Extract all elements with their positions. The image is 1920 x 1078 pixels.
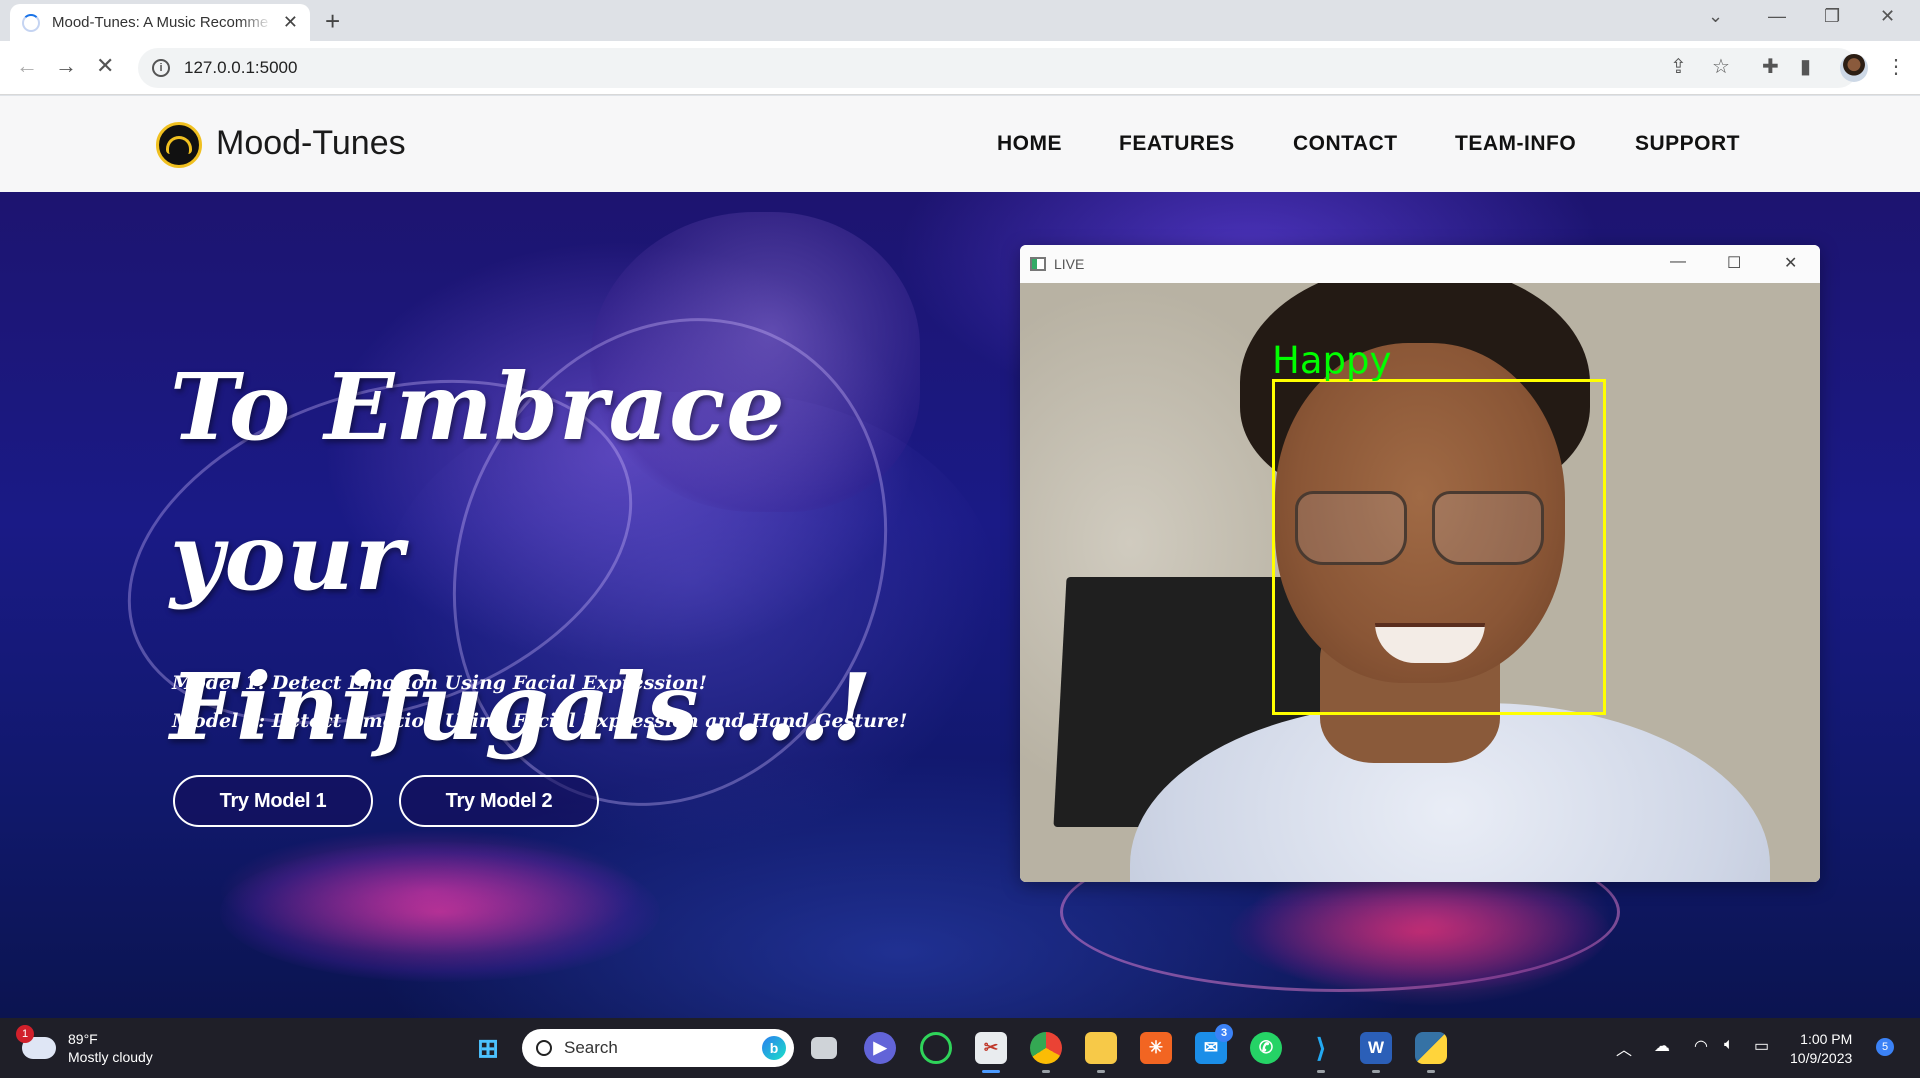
battery-icon[interactable]: ▭ xyxy=(1754,1036,1769,1056)
minimize-button[interactable]: — xyxy=(1768,6,1786,27)
brand-name[interactable]: Mood-Tunes xyxy=(216,124,406,163)
live-minimize-button[interactable]: — xyxy=(1670,253,1686,271)
show-hidden-icons-chevron-icon[interactable]: ︿ xyxy=(1616,1036,1632,1060)
model-descriptions: Model 1: Detect Emotion Using Facial Exp… xyxy=(172,664,907,740)
clock-time: 1:00 PM xyxy=(1800,1031,1853,1047)
whatsapp-icon[interactable]: ✆ xyxy=(1250,1032,1282,1064)
system-clock[interactable]: 1:00 PM 10/9/2023 xyxy=(1790,1030,1852,1068)
turntable-decoration xyxy=(220,842,660,982)
teams-chat-icon[interactable]: ▶ xyxy=(864,1032,896,1064)
extensions-puzzle-icon[interactable]: ✚ xyxy=(1762,54,1779,79)
site-header: Mood-Tunes HOME FEATURES CONTACT TEAM-IN… xyxy=(0,96,1920,192)
volume-icon[interactable]: 🔈︎ xyxy=(1724,1036,1734,1054)
live-maximize-button[interactable]: ☐ xyxy=(1727,253,1741,273)
loading-spinner-icon xyxy=(22,13,40,32)
wifi-icon[interactable]: ◠ xyxy=(1694,1036,1708,1056)
xampp-icon[interactable]: ✳ xyxy=(1140,1032,1172,1064)
live-window-titlebar[interactable]: LIVE xyxy=(1020,245,1820,283)
clock-date: 10/9/2023 xyxy=(1790,1050,1853,1066)
close-window-button[interactable]: ✕ xyxy=(1880,6,1895,27)
forward-button[interactable]: → xyxy=(55,53,77,79)
refresh-app-icon[interactable] xyxy=(920,1032,952,1064)
turntable-decoration xyxy=(1230,872,1610,992)
weather-description: Mostly cloudy xyxy=(68,1049,153,1065)
mail-icon[interactable]: ✉ 3 xyxy=(1195,1024,1233,1064)
face-detection-box xyxy=(1272,379,1606,715)
running-app-indicator xyxy=(1097,1070,1105,1073)
onedrive-cloud-icon[interactable]: ☁ xyxy=(1654,1036,1670,1056)
nav-team-info[interactable]: TEAM-INFO xyxy=(1455,132,1576,156)
tab-title: Mood-Tunes: A Music Recomme xyxy=(52,14,269,31)
search-placeholder: Search xyxy=(564,1038,618,1057)
profile-avatar[interactable] xyxy=(1840,54,1868,82)
running-app-indicator xyxy=(1372,1070,1380,1073)
browser-tab[interactable]: Mood-Tunes: A Music Recomme ✕ xyxy=(10,4,310,41)
running-app-indicator xyxy=(1427,1070,1435,1073)
nav-support[interactable]: SUPPORT xyxy=(1635,132,1740,156)
live-close-button[interactable]: ✕ xyxy=(1784,253,1797,273)
address-bar[interactable]: i 127.0.0.1:5000 xyxy=(138,48,1858,88)
cloud-weather-icon: 1 xyxy=(16,1025,56,1059)
emotion-label: Happy xyxy=(1272,339,1392,382)
taskbar-search-box[interactable]: Search b xyxy=(522,1029,794,1067)
nav-features[interactable]: FEATURES xyxy=(1119,132,1235,156)
window-app-icon xyxy=(1030,257,1046,271)
stop-loading-button[interactable]: ✕ xyxy=(96,53,114,79)
restore-button[interactable]: ❐ xyxy=(1824,6,1840,27)
browser-toolbar: ← → ✕ i 127.0.0.1:5000 ⇪ ☆ ✚ ▮ ⋮ xyxy=(0,41,1920,95)
windows-taskbar: 1 89°F Mostly cloudy ⊞ Search b ▶ ✂ ✳ ✉ … xyxy=(0,1018,1920,1078)
chrome-icon[interactable] xyxy=(1030,1032,1062,1064)
mail-badge: 3 xyxy=(1215,1024,1233,1042)
active-app-indicator xyxy=(982,1070,1000,1073)
headphones-logo-icon[interactable] xyxy=(156,122,202,168)
task-view-icon[interactable] xyxy=(811,1037,837,1059)
start-windows-icon[interactable]: ⊞ xyxy=(472,1032,504,1064)
file-explorer-icon[interactable] xyxy=(1085,1032,1117,1064)
headline-line-1: To Embrace your xyxy=(170,353,786,611)
browser-tab-strip: Mood-Tunes: A Music Recomme ✕ + ⌄ — ❐ ✕ xyxy=(0,0,1920,41)
search-icon xyxy=(536,1040,552,1056)
model-2-description: Model 2: Detect Emotion Using Facial Exp… xyxy=(172,710,908,732)
new-tab-button[interactable]: + xyxy=(325,6,340,37)
webcam-feed: Happy xyxy=(1020,283,1820,882)
try-model-1-button[interactable]: Try Model 1 xyxy=(173,775,373,827)
browser-menu-icon[interactable]: ⋮ xyxy=(1886,54,1906,79)
bookmark-star-icon[interactable]: ☆ xyxy=(1712,54,1730,79)
weather-widget[interactable]: 1 89°F Mostly cloudy xyxy=(16,1025,153,1066)
back-button[interactable]: ← xyxy=(16,53,38,79)
running-app-indicator xyxy=(1042,1070,1050,1073)
tab-close-icon[interactable]: ✕ xyxy=(283,12,298,33)
url-text: 127.0.0.1:5000 xyxy=(184,58,298,77)
weather-temperature: 89°F xyxy=(68,1031,98,1047)
share-icon[interactable]: ⇪ xyxy=(1670,54,1687,79)
model-1-description: Model 1: Detect Emotion Using Facial Exp… xyxy=(172,672,708,694)
nav-home[interactable]: HOME xyxy=(997,132,1062,156)
python-icon[interactable] xyxy=(1415,1032,1447,1064)
tab-search-chevron-icon[interactable]: ⌄ xyxy=(1708,6,1723,27)
live-window-title: LIVE xyxy=(1054,256,1085,272)
vscode-icon[interactable]: ⟩ xyxy=(1305,1032,1337,1064)
side-panel-icon[interactable]: ▮ xyxy=(1800,54,1811,79)
try-model-2-button[interactable]: Try Model 2 xyxy=(399,775,599,827)
running-app-indicator xyxy=(1317,1070,1325,1073)
weather-badge: 1 xyxy=(16,1025,34,1043)
live-camera-window[interactable]: LIVE — ☐ ✕ Happy xyxy=(1020,245,1820,882)
snipping-tool-icon[interactable]: ✂ xyxy=(975,1032,1007,1064)
bing-icon[interactable]: b xyxy=(762,1036,786,1060)
word-icon[interactable]: W xyxy=(1360,1032,1392,1064)
notification-count-badge[interactable]: 5 xyxy=(1876,1038,1894,1056)
site-info-icon[interactable]: i xyxy=(152,59,170,77)
nav-contact[interactable]: CONTACT xyxy=(1293,132,1398,156)
